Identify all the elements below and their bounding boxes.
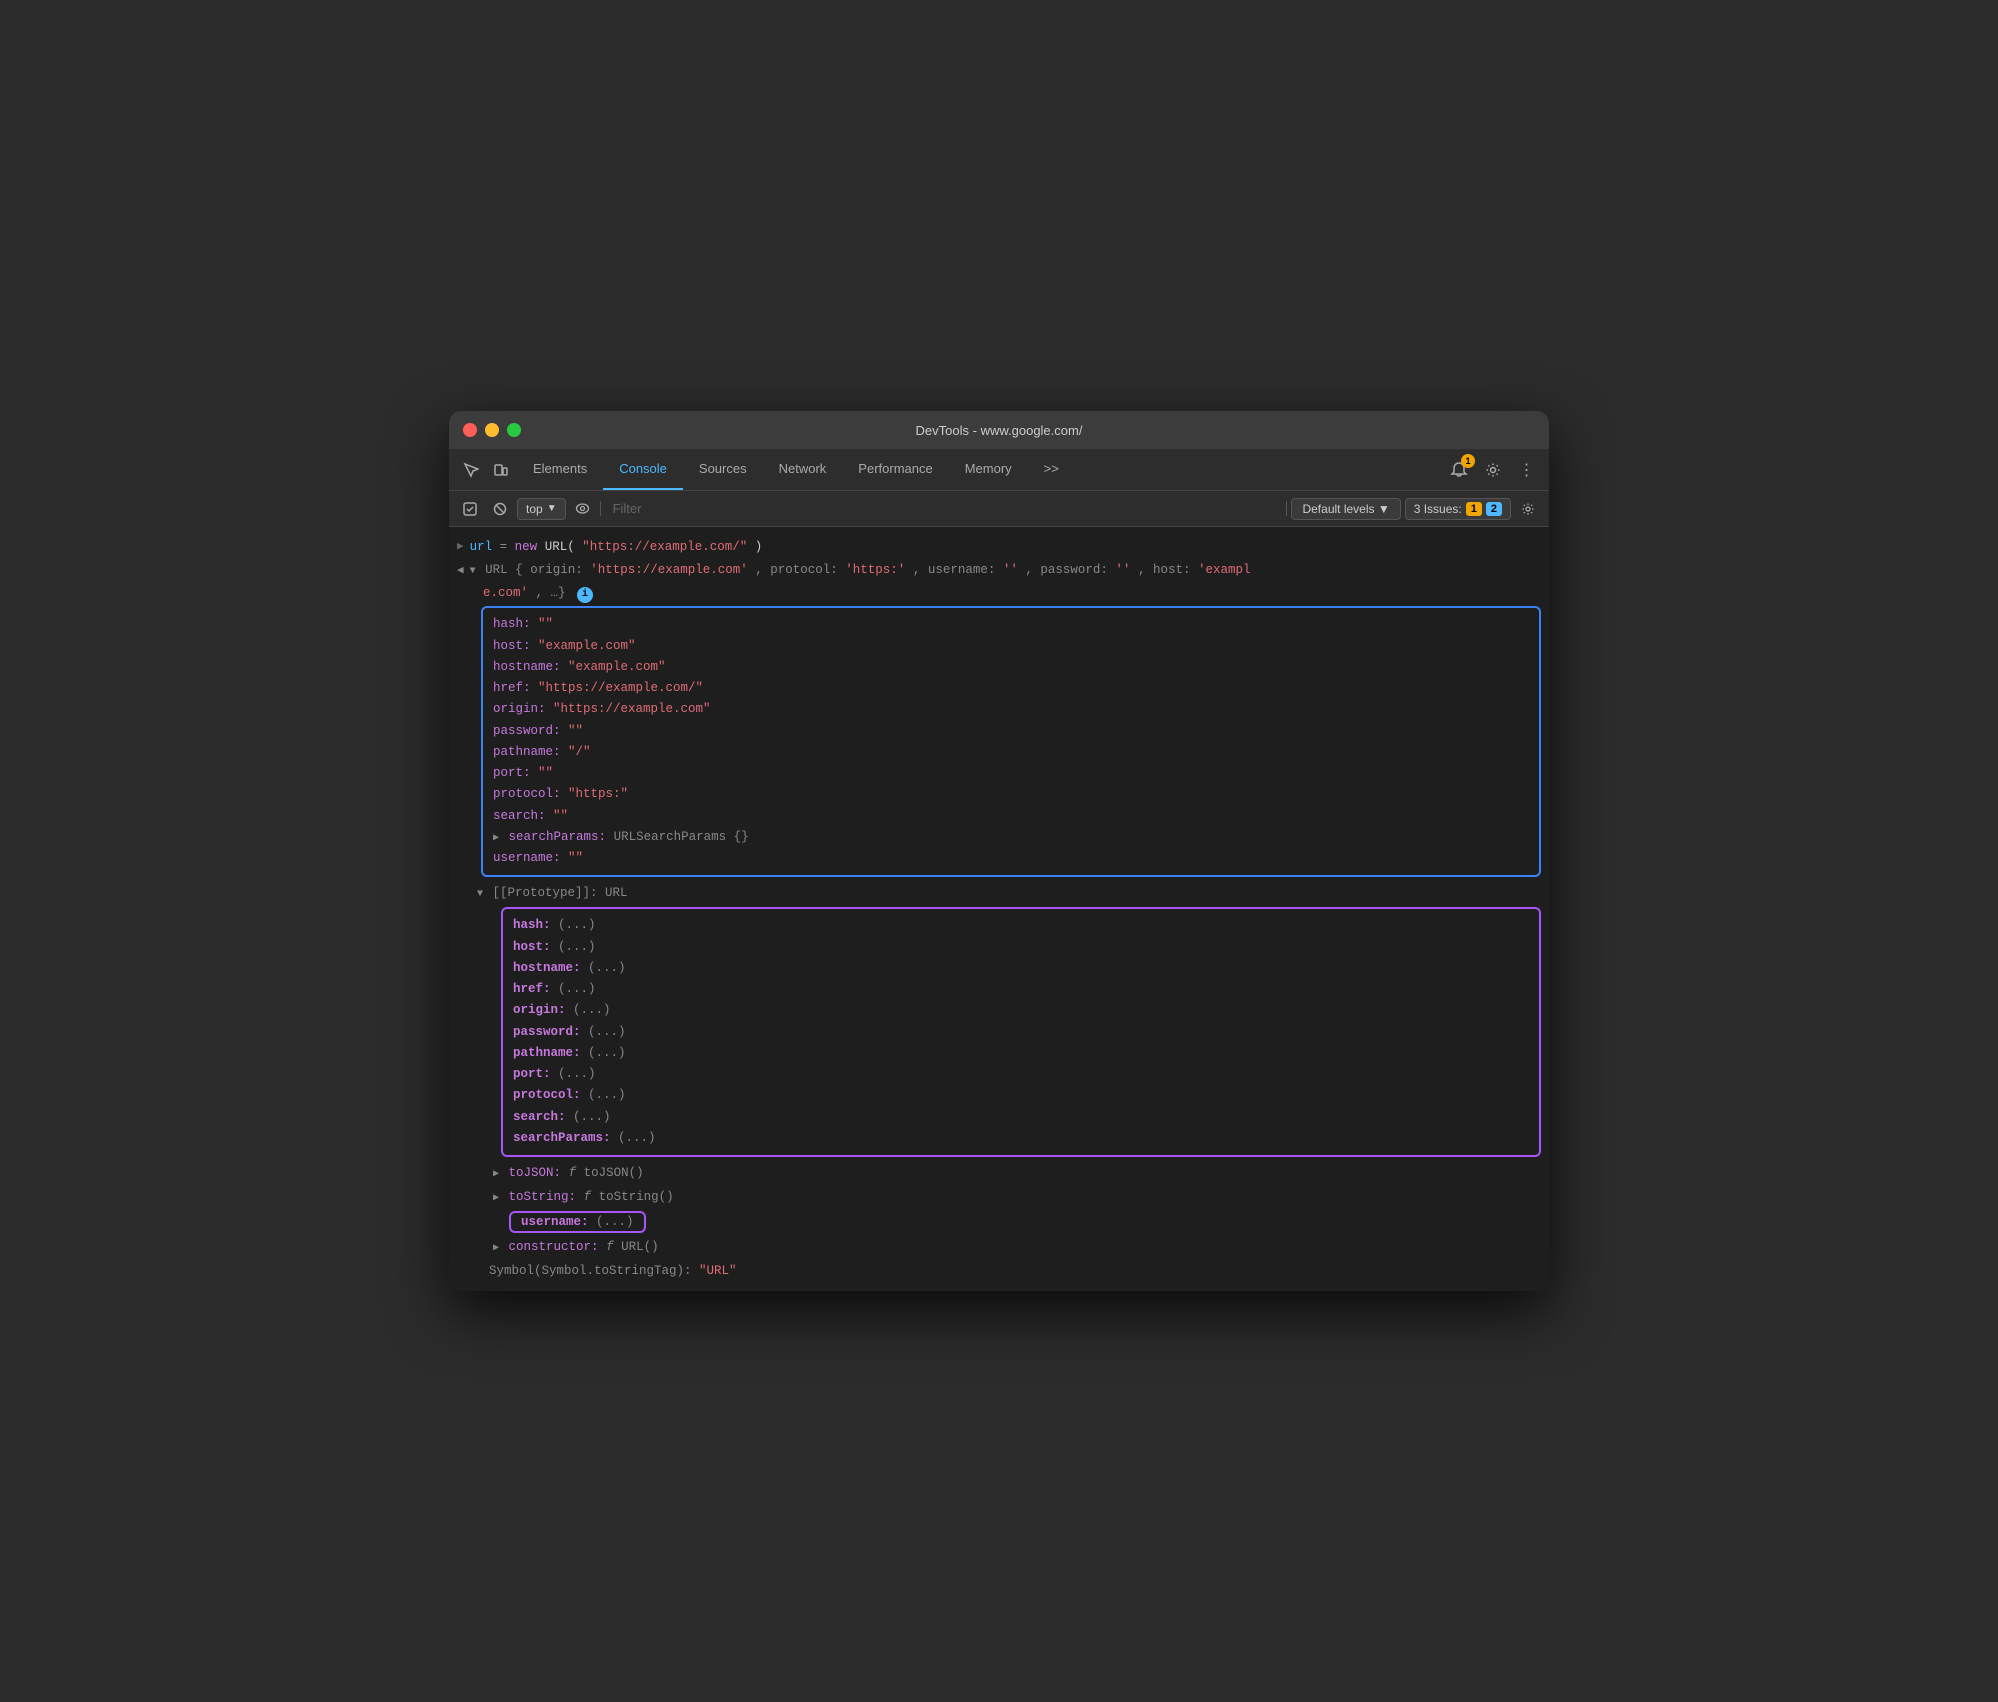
- issues-badge[interactable]: 3 Issues: 1 2: [1405, 498, 1511, 520]
- username-purple-box: username: (...): [509, 1211, 646, 1233]
- proto-search: search: (...): [513, 1107, 1529, 1128]
- proto-protocol: protocol: (...): [513, 1085, 1529, 1106]
- console-line-prototype: [[Prototype]]: URL: [469, 881, 1549, 905]
- tab-memory[interactable]: Memory: [949, 449, 1028, 490]
- prop-search: search: "": [493, 806, 1529, 827]
- prop-pathname: pathname: "/": [493, 742, 1529, 763]
- prop-hostname: hostname: "example.com": [493, 657, 1529, 678]
- proto-origin: origin: (...): [513, 1000, 1529, 1021]
- proto-href: href: (...): [513, 979, 1529, 1000]
- context-selector[interactable]: top ▼: [517, 498, 566, 520]
- expand-tostring-icon[interactable]: [493, 1187, 499, 1207]
- console-line-tostring: toString: f toString(): [485, 1185, 1549, 1209]
- notification-icon[interactable]: 1: [1445, 456, 1473, 484]
- info-badge: 2: [1486, 502, 1502, 516]
- username-purple-container: username: (...): [449, 1211, 1549, 1233]
- minimize-button[interactable]: [485, 423, 499, 437]
- url-properties-box: hash: "" host: "example.com" hostname: "…: [481, 606, 1541, 877]
- proto-port: port: (...): [513, 1064, 1529, 1085]
- proto-searchparams: searchParams: (...): [513, 1128, 1529, 1149]
- console-settings-icon[interactable]: [1515, 496, 1541, 522]
- close-button[interactable]: [463, 423, 477, 437]
- expand-searchparams-icon[interactable]: [493, 827, 499, 848]
- info-icon[interactable]: i: [577, 587, 593, 603]
- toolbar-right: 1 ⋮: [1445, 456, 1541, 484]
- console-output: ▶ url = new URL( "https://example.com/" …: [449, 527, 1549, 1291]
- prop-password: password: "": [493, 721, 1529, 742]
- prototype-properties-box: hash: (...) host: (...) hostname: (...) …: [501, 907, 1541, 1157]
- prop-href: href: "https://example.com/": [493, 678, 1529, 699]
- tab-console[interactable]: Console: [603, 449, 683, 490]
- console-line-url-assignment: ▶ url = new URL( "https://example.com/" …: [449, 535, 1549, 559]
- prop-origin: origin: "https://example.com": [493, 699, 1529, 720]
- window-title: DevTools - www.google.com/: [916, 423, 1083, 438]
- prop-host: host: "example.com": [493, 636, 1529, 657]
- filter-container: [600, 501, 1288, 516]
- clear-console-icon[interactable]: [487, 496, 513, 522]
- proto-hash: hash: (...): [513, 915, 1529, 936]
- tab-performance[interactable]: Performance: [842, 449, 948, 490]
- console-line-tojson: toJSON: f toJSON(): [485, 1161, 1549, 1185]
- main-toolbar: Elements Console Sources Network Perform…: [449, 449, 1549, 491]
- tab-network[interactable]: Network: [763, 449, 843, 490]
- tab-elements[interactable]: Elements: [517, 449, 603, 490]
- warn-badge: 1: [1466, 502, 1482, 516]
- console-toolbar: top ▼ Default levels ▼ 3 Issues: 1 2: [449, 491, 1549, 527]
- tab-more[interactable]: >>: [1028, 449, 1075, 490]
- run-script-icon[interactable]: [457, 496, 483, 522]
- proto-password: password: (...): [513, 1022, 1529, 1043]
- tab-bar: Elements Console Sources Network Perform…: [517, 449, 1075, 490]
- tab-sources[interactable]: Sources: [683, 449, 763, 490]
- expand-url-icon[interactable]: [470, 560, 476, 581]
- prop-port: port: "": [493, 763, 1529, 784]
- console-line-constructor: constructor: f URL(): [485, 1235, 1549, 1259]
- more-options-icon[interactable]: ⋮: [1513, 456, 1541, 484]
- prop-searchparams: searchParams: URLSearchParams {}: [493, 827, 1529, 848]
- prop-username: username: "": [493, 848, 1529, 869]
- proto-host: host: (...): [513, 937, 1529, 958]
- levels-dropdown[interactable]: Default levels ▼: [1291, 498, 1400, 520]
- console-line-url-object-cont: e.com' , …} i: [449, 582, 1549, 605]
- devtools-window: DevTools - www.google.com/ Elements Cons…: [449, 411, 1549, 1291]
- prop-protocol: protocol: "https:": [493, 784, 1529, 805]
- eye-icon[interactable]: [570, 496, 596, 522]
- prop-hash: hash: "": [493, 614, 1529, 635]
- traffic-lights: [463, 423, 521, 437]
- proto-pathname: pathname: (...): [513, 1043, 1529, 1064]
- expand-constructor-icon[interactable]: [493, 1237, 499, 1257]
- console-line-url-object: ◀ URL { origin: 'https://example.com' , …: [449, 559, 1549, 582]
- maximize-button[interactable]: [507, 423, 521, 437]
- console-line-symbol: Symbol(Symbol.toStringTag): "URL": [481, 1259, 1549, 1283]
- filter-input[interactable]: [605, 501, 1283, 516]
- device-toolbar-icon[interactable]: [487, 456, 515, 484]
- expand-tojson-icon[interactable]: [493, 1163, 499, 1183]
- proto-hostname: hostname: (...): [513, 958, 1529, 979]
- settings-icon[interactable]: [1479, 456, 1507, 484]
- titlebar: DevTools - www.google.com/: [449, 411, 1549, 449]
- select-element-icon[interactable]: [457, 456, 485, 484]
- expand-prototype-icon[interactable]: [477, 883, 483, 903]
